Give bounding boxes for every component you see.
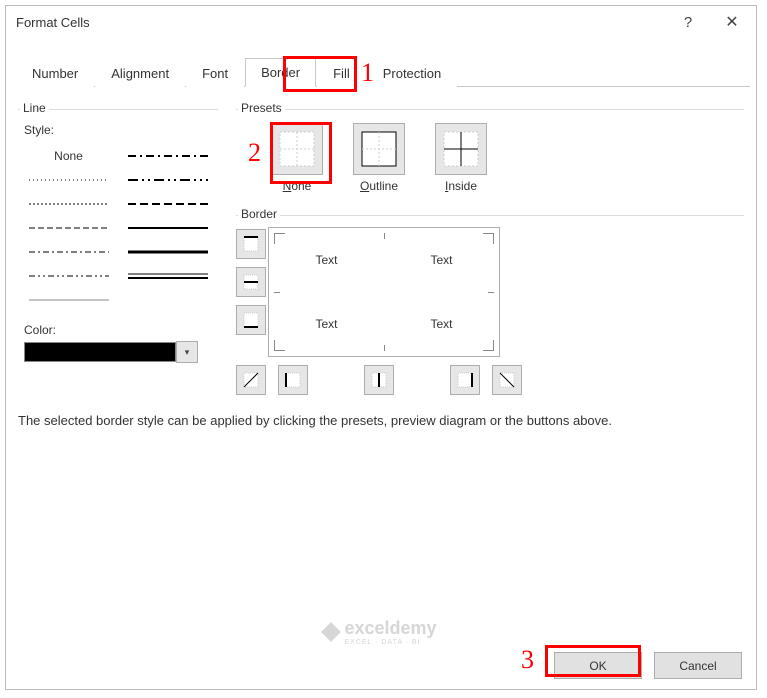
watermark-icon [320,622,340,642]
color-label: Color: [24,323,218,337]
border-group-label: Border [238,207,280,221]
style-label: Style: [24,123,218,137]
cancel-button[interactable]: Cancel [654,652,742,679]
border-diag-up-button[interactable] [236,365,266,395]
line-group-label: Line [20,101,49,115]
titlebar: Format Cells ? ✕ [6,6,756,38]
preview-cell: Text [269,228,384,292]
style-opt[interactable] [123,289,212,311]
tab-number[interactable]: Number [16,59,94,87]
annotation-num-3: 3 [521,645,534,675]
line-group: Line Style: None [18,97,218,395]
annotation-box-3 [545,645,641,677]
border-preview[interactable]: Text Text Text Text [268,227,500,357]
preset-inside-label: Inside [445,179,477,193]
tab-protection[interactable]: Protection [367,59,458,87]
style-opt[interactable] [123,145,212,167]
close-button[interactable]: ✕ [710,7,754,37]
style-opt[interactable] [24,265,113,287]
color-picker[interactable]: ▾ [24,341,212,363]
color-dropdown[interactable]: ▾ [176,341,198,363]
watermark-sub: EXCEL · DATA · BI [344,639,436,646]
preset-outline[interactable]: Outline [348,123,410,193]
style-opt[interactable] [123,217,212,239]
style-list[interactable]: None [18,141,218,315]
presets-row: None Outline Inside [266,123,744,193]
border-left-button[interactable] [278,365,308,395]
style-opt[interactable] [123,241,212,263]
border-right-button[interactable] [450,365,480,395]
style-opt[interactable] [123,169,212,191]
style-opt[interactable] [24,169,113,191]
help-text: The selected border style can be applied… [18,411,744,431]
watermark: exceldemy EXCEL · DATA · BI [320,618,436,646]
preset-outline-label: Outline [360,179,398,193]
border-vmid-button[interactable] [364,365,394,395]
style-opt[interactable] [123,265,212,287]
format-cells-dialog: Format Cells ? ✕ Number Alignment Font B… [5,5,757,690]
tab-font[interactable]: Font [186,59,244,87]
help-button[interactable]: ? [666,7,710,37]
preview-cell: Text [269,292,384,356]
presets-group-label: Presets [238,101,285,115]
style-none[interactable]: None [24,145,113,167]
annotation-num-1: 1 [361,58,374,88]
style-opt[interactable] [24,217,113,239]
preset-outline-icon [361,131,397,167]
dialog-footer: OK Cancel [6,642,756,689]
style-opt[interactable] [24,193,113,215]
watermark-brand: exceldemy [344,618,436,639]
border-top-button[interactable] [236,229,266,259]
border-hmid-button[interactable] [236,267,266,297]
annotation-num-2: 2 [248,138,261,168]
annotation-box-2 [270,122,332,184]
style-opt[interactable] [24,241,113,263]
preview-cell: Text [384,228,499,292]
preset-inside-icon [443,131,479,167]
tab-alignment[interactable]: Alignment [95,59,185,87]
color-swatch [24,342,176,362]
tabbar: Number Alignment Font Border Fill Protec… [16,58,750,87]
content: Line Style: None [6,87,756,642]
preset-inside[interactable]: Inside [430,123,492,193]
style-opt[interactable] [123,193,212,215]
border-diag-down-button[interactable] [492,365,522,395]
dialog-title: Format Cells [16,15,666,30]
preview-cell: Text [384,292,499,356]
annotation-box-1 [283,56,357,92]
border-bottom-button[interactable] [236,305,266,335]
style-opt[interactable] [24,289,113,311]
